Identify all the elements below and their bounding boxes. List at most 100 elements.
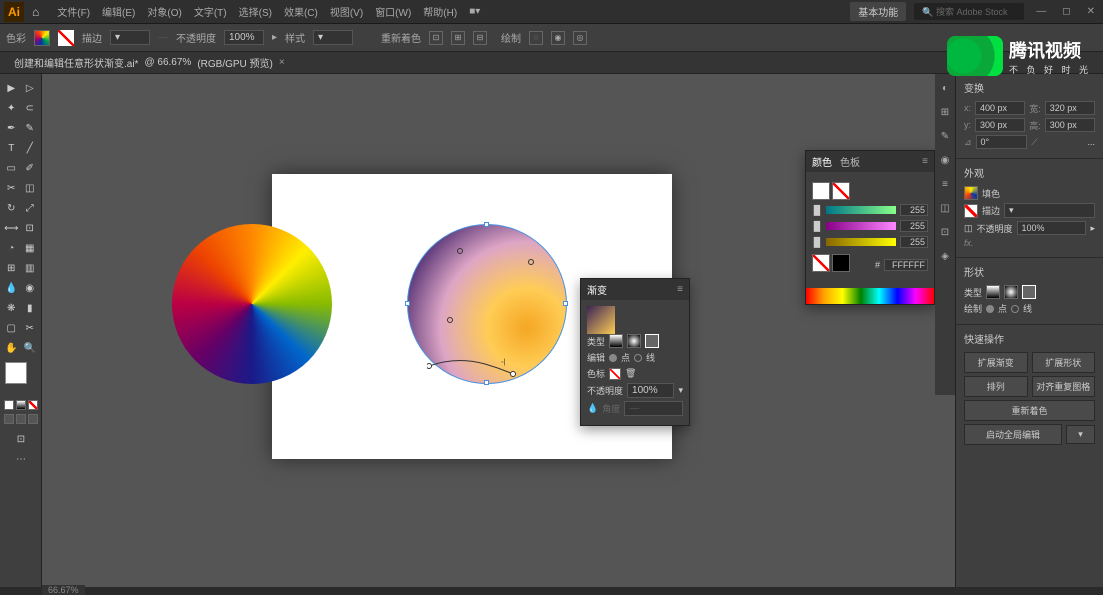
menu-file[interactable]: 文件(F) — [51, 4, 96, 19]
panel-menu-icon[interactable]: ≡ — [922, 156, 928, 167]
draw-icon-2[interactable]: ◉ — [551, 31, 565, 45]
eyedropper-icon[interactable]: 💧 — [587, 403, 598, 414]
none-swatch[interactable] — [812, 254, 830, 272]
shape-builder[interactable]: ◔ — [3, 239, 20, 257]
window-minimize[interactable]: — — [1032, 6, 1050, 17]
w-field[interactable]: 320 px — [1045, 101, 1095, 115]
stroke-swatch[interactable] — [58, 30, 74, 46]
menu-object[interactable]: 对象(O) — [141, 4, 187, 19]
h-value[interactable]: 255 — [900, 204, 928, 216]
rotate-tool[interactable]: ↻ — [3, 199, 20, 217]
color-tab[interactable]: 颜色 — [812, 154, 832, 169]
scale-tool[interactable]: ⤢ — [22, 199, 39, 217]
symbol-tool[interactable]: ❋ — [3, 299, 20, 317]
opacity-field[interactable]: 100% — [224, 30, 264, 45]
s-value[interactable]: 255 — [900, 220, 928, 232]
curvature-tool[interactable]: ✎ — [22, 119, 39, 137]
x-field[interactable]: 400 px — [975, 101, 1025, 115]
menu-select[interactable]: 选择(S) — [233, 4, 278, 19]
draw-inside[interactable] — [28, 414, 38, 424]
workspace-switcher[interactable]: 基本功能 — [850, 2, 906, 21]
line-radio[interactable] — [634, 354, 642, 362]
prop-fill-swatch[interactable] — [964, 186, 978, 200]
anchor-right[interactable] — [563, 301, 568, 306]
black-swatch[interactable] — [832, 254, 850, 272]
swatches-tab[interactable]: 色板 — [840, 154, 860, 169]
graph-tool[interactable]: ▮ — [22, 299, 39, 317]
hand-tool[interactable]: ✋ — [3, 339, 20, 357]
gradient-tab[interactable]: 渐变 — [587, 282, 607, 297]
menu-type[interactable]: 文字(T) — [188, 4, 233, 19]
menu-edit[interactable]: 编辑(E) — [96, 4, 141, 19]
stock-search[interactable]: 🔍 搜索 Adobe Stock — [914, 3, 1024, 20]
draw-normal[interactable] — [4, 414, 14, 424]
dock-icon-8[interactable]: ◈ — [937, 248, 953, 264]
b-value[interactable]: 255 — [900, 236, 928, 248]
more-options[interactable]: ... — [1087, 137, 1095, 147]
point-radio[interactable] — [609, 354, 617, 362]
dock-icon-2[interactable]: ⊞ — [937, 104, 953, 120]
shape-btn-1[interactable] — [986, 285, 1000, 299]
rect-tool[interactable]: ▭ — [3, 159, 20, 177]
perspective-tool[interactable]: ▦ — [22, 239, 39, 257]
dock-icon-1[interactable]: ◐ — [937, 80, 953, 96]
draw-icon-1[interactable]: ◌ — [529, 31, 543, 45]
qa-btn-5[interactable]: 启动全局编辑 — [964, 424, 1062, 445]
hex-field[interactable]: FFFFFF — [884, 259, 928, 271]
zoom-tool[interactable]: 🔍 — [22, 339, 39, 357]
prop-point-radio[interactable] — [986, 305, 994, 313]
fill-swatch[interactable] — [34, 30, 50, 46]
fx-button[interactable]: fx. — [964, 238, 974, 248]
type-tool[interactable]: T — [3, 139, 20, 157]
grad-stop-swatch[interactable] — [609, 368, 621, 380]
anchor-top[interactable] — [484, 222, 489, 227]
radial-gradient-btn[interactable] — [627, 334, 641, 348]
color-mode[interactable] — [4, 400, 14, 410]
qa-btn-4[interactable]: 重新着色 — [964, 400, 1095, 421]
color-stop-3[interactable] — [447, 317, 453, 323]
prop-opacity-field[interactable]: 100% — [1017, 221, 1087, 235]
angle-field[interactable]: 0° — [976, 135, 1028, 149]
color-stroke-swatch[interactable] — [832, 182, 850, 200]
line-tool[interactable]: ╱ — [22, 139, 39, 157]
qa-btn-0[interactable]: 扩展渐变 — [964, 352, 1028, 373]
qa-dropdown[interactable]: ▾ — [1066, 425, 1095, 444]
draw-behind[interactable] — [16, 414, 26, 424]
lasso-tool[interactable]: ⊂ — [22, 99, 39, 117]
align-icon-3[interactable]: ⊟ — [473, 31, 487, 45]
slice-tool[interactable]: ✂ — [22, 319, 39, 337]
brush-tool[interactable]: ✐ — [22, 159, 39, 177]
dock-icon-7[interactable]: ⊡ — [937, 224, 953, 240]
sat-slider[interactable] — [826, 222, 896, 230]
dock-icon-5[interactable]: ≡ — [937, 176, 953, 192]
eraser-tool[interactable]: ◫ — [22, 179, 39, 197]
menu-extra[interactable]: ■▾ — [463, 6, 486, 17]
document-tab[interactable]: 创建和编辑任意形状渐变.ai* @ 66.67% (RGB/GPU 预览) × — [6, 55, 293, 70]
gradient-panel-menu[interactable]: ≡ — [677, 284, 683, 295]
prop-stroke-swatch[interactable] — [964, 204, 978, 218]
dock-icon-4[interactable]: ◉ — [937, 152, 953, 168]
qa-btn-2[interactable]: 排列 — [964, 376, 1028, 397]
gradient-mode[interactable] — [16, 400, 26, 410]
draw-icon-3[interactable]: ◎ — [573, 31, 587, 45]
align-icon-1[interactable]: ⊡ — [429, 31, 443, 45]
wand-tool[interactable]: ✦ — [3, 99, 20, 117]
freeform-path[interactable]: ◦| — [427, 354, 517, 378]
trash-icon[interactable]: 🗑 — [625, 368, 636, 379]
gradient-preview[interactable] — [587, 306, 615, 334]
blend-tool[interactable]: ◉ — [22, 279, 39, 297]
tab-close-icon[interactable]: × — [279, 57, 285, 68]
direct-select-tool[interactable]: ▷ — [22, 79, 39, 97]
hue-slider[interactable] — [826, 206, 896, 214]
bri-slider[interactable] — [826, 238, 896, 246]
status-zoom[interactable]: 66.67% — [42, 585, 85, 595]
linear-gradient-btn[interactable] — [609, 334, 623, 348]
eyedropper-tool[interactable]: 💧 — [3, 279, 20, 297]
gradient-tool[interactable]: ▥ — [22, 259, 39, 277]
gradient-circle-left[interactable] — [172, 224, 332, 384]
style-field[interactable]: ▾ — [313, 30, 353, 45]
screen-mode[interactable]: ⊡ — [3, 430, 39, 448]
shaper-tool[interactable]: ✂ — [3, 179, 20, 197]
mesh-tool[interactable]: ⊞ — [3, 259, 20, 277]
none-mode[interactable] — [28, 400, 38, 410]
